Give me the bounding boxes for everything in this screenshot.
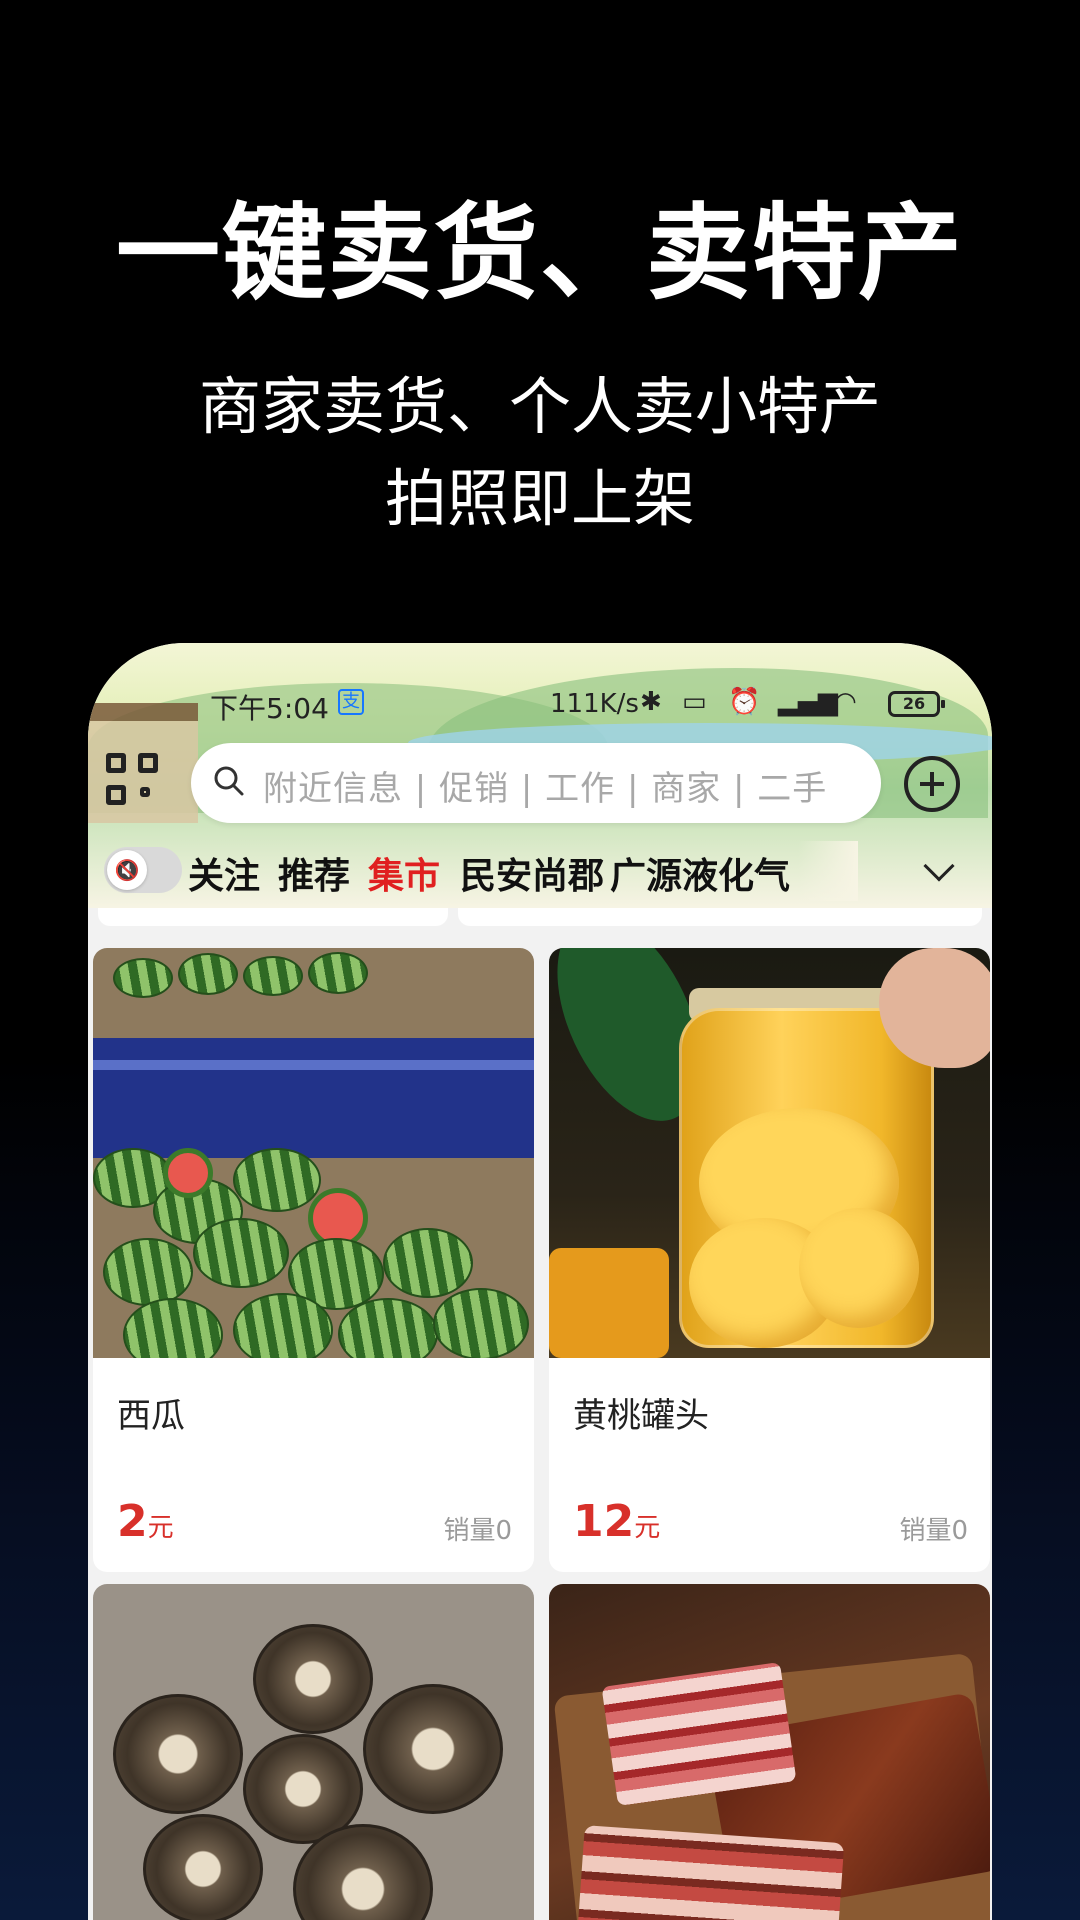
product-card[interactable]	[93, 1584, 534, 1920]
product-title: 西瓜	[117, 1396, 185, 1436]
price-unit: 元	[147, 1513, 174, 1543]
search-input[interactable]: 附近信息 | 促销 | 工作 | 商家 | 二手	[191, 743, 881, 823]
vibrate-icon: ▭	[682, 687, 707, 717]
alipay-icon: 支	[338, 689, 364, 715]
promo-subline-2: 拍照即上架	[384, 462, 695, 535]
battery-icon: 26	[888, 691, 945, 717]
price-unit: 元	[634, 1513, 661, 1543]
category-tabs: 🔇 关注 推荐 集市 民安尚郡 广源液化气	[88, 837, 992, 907]
mute-toggle[interactable]: 🔇	[104, 847, 182, 893]
chevron-down-icon[interactable]	[923, 850, 955, 882]
product-card[interactable]: 西瓜 2元 销量0	[93, 948, 534, 1572]
search-icon	[214, 766, 244, 796]
bluetooth-icon: ✱	[640, 687, 662, 717]
alarm-icon: ⏰	[728, 687, 761, 717]
tab-recommend[interactable]: 推荐	[278, 847, 350, 899]
price-value: 2	[117, 1496, 148, 1547]
product-title: 黄桃罐头	[573, 1396, 709, 1436]
product-card[interactable]: 黄桃罐头 12元 销量0	[549, 948, 990, 1572]
tab-follow[interactable]: 关注	[188, 847, 260, 899]
promo-page: 一键卖货、卖特产 商家卖货、个人卖小特产 拍照即上架 下午5:04 支 111K…	[0, 0, 1080, 1920]
product-card[interactable]	[549, 1584, 990, 1920]
price-value: 12	[573, 1496, 635, 1547]
product-sales: 销量0	[443, 1516, 512, 1546]
product-image	[549, 1584, 990, 1920]
tab-fade	[798, 841, 858, 901]
phone-mockup: 下午5:04 支 111K/s ✱ ▭ ⏰ ▂▄▆ ◠ 26 附近信息 | 促销…	[88, 643, 992, 1920]
tab-market[interactable]: 集市	[368, 847, 440, 899]
network-speed: 111K/s	[550, 689, 639, 719]
tab-guangyuan-gas[interactable]: 广源液化气	[610, 847, 820, 899]
qr-scan-icon[interactable]	[106, 753, 164, 811]
status-bar: 下午5:04 支 111K/s ✱ ▭ ⏰ ▂▄▆ ◠ 26	[88, 683, 992, 727]
search-placeholder: 附近信息 | 促销 | 工作 | 商家 | 二手	[263, 769, 828, 809]
mute-icon: 🔇	[107, 850, 147, 890]
promo-headline: 一键卖货、卖特产	[115, 192, 964, 314]
product-image	[93, 948, 534, 1358]
previous-row-edge	[88, 908, 992, 938]
app-header: 下午5:04 支 111K/s ✱ ▭ ⏰ ▂▄▆ ◠ 26 附近信息 | 促销…	[88, 643, 992, 908]
promo-subline-1: 商家卖货、个人卖小特产	[198, 370, 881, 443]
tab-minan-shangjun[interactable]: 民安尚郡	[460, 847, 604, 899]
product-image	[549, 948, 990, 1358]
product-image	[93, 1584, 534, 1920]
product-price: 12元	[573, 1496, 660, 1547]
add-post-button[interactable]	[904, 756, 960, 812]
product-price: 2元	[117, 1496, 174, 1547]
wifi-icon: ◠	[834, 687, 857, 717]
product-sales: 销量0	[899, 1516, 968, 1546]
status-time: 下午5:04	[210, 692, 329, 725]
signal-icon: ▂▄▆	[778, 687, 838, 717]
